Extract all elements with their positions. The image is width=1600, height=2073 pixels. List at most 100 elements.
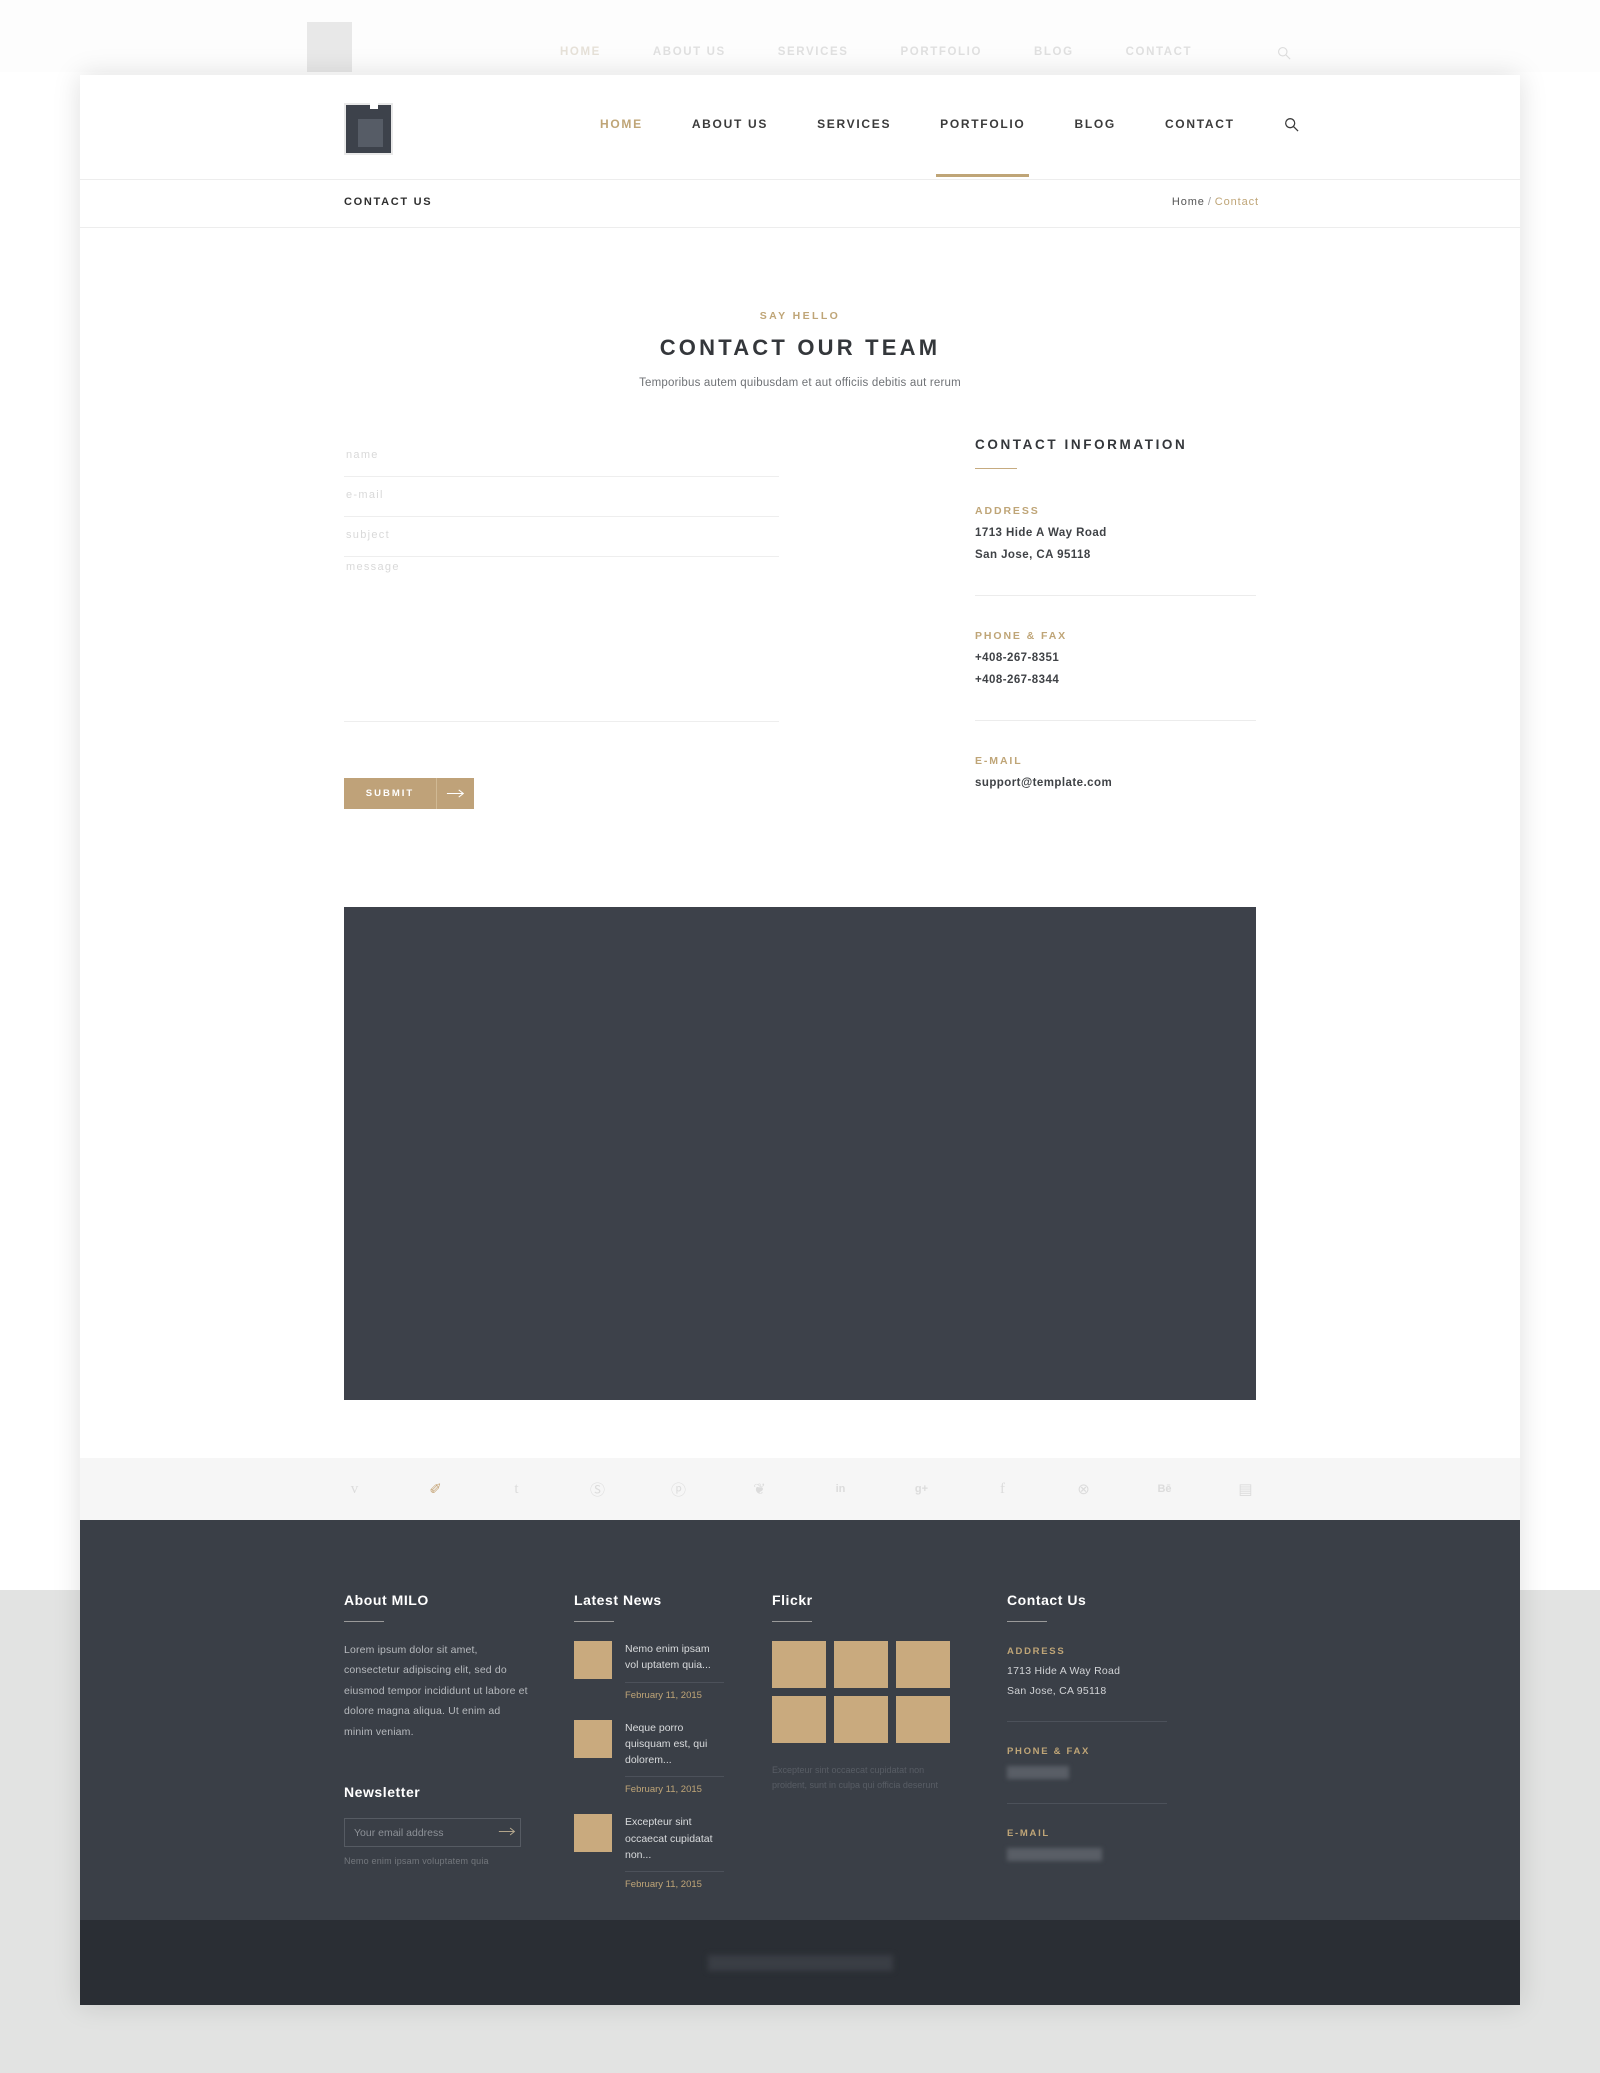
phone-label: PHONE & FAX — [975, 630, 1068, 642]
submit-button-label: SUBMIT — [365, 788, 415, 799]
list-item[interactable]: Nemo enim ipsam vol uptatem quia... Febr… — [574, 1641, 724, 1701]
phone-value: +408-267-8351 — [975, 652, 1060, 664]
news-thumbnail — [574, 1814, 612, 1853]
search-icon[interactable] — [1284, 116, 1300, 132]
footer-phone-label: PHONE & FAX — [1007, 1746, 1091, 1757]
news-thumbnail — [574, 1641, 612, 1679]
address-label: ADDRESS — [975, 505, 1040, 517]
news-item-divider — [625, 1871, 724, 1873]
email-block: E-MAIL support@template.com — [975, 720, 1256, 789]
name-field-wrap — [344, 437, 783, 477]
page-sheet: HOME ABOUT US SERVICES PORTFOLIO BLOG CO… — [80, 75, 1520, 2005]
apple-icon[interactable]: ❦ — [719, 1480, 800, 1499]
email-label: E-MAIL — [975, 755, 1023, 767]
footer-email-label: E-MAIL — [1007, 1828, 1050, 1839]
nav-item-home[interactable]: HOME — [600, 117, 643, 131]
flickr-thumbnail[interactable] — [772, 1641, 826, 1688]
behance-icon[interactable]: Bē — [1124, 1483, 1205, 1495]
social-links-bar: v ✐ t Ⓢ ⓟ ❦ in g+ f ⊗ Bē ▤ — [80, 1458, 1520, 1520]
twitter-icon[interactable]: ✐ — [395, 1480, 476, 1499]
flickr-thumbnail-grid — [772, 1641, 950, 1743]
skype-icon[interactable]: Ⓢ — [557, 1479, 638, 1500]
vimeo-icon[interactable]: v — [314, 1481, 395, 1498]
heading-title: CONTACT OUR TEAM — [659, 335, 941, 360]
ghost-nav-item-contact: CONTACT — [1125, 46, 1193, 58]
nav-item-services[interactable]: SERVICES — [817, 117, 891, 131]
name-input[interactable] — [344, 437, 783, 473]
dribbble-icon[interactable]: ⊗ — [1043, 1480, 1124, 1499]
nav-item-contact[interactable]: CONTACT — [1165, 117, 1235, 131]
address-line-2: San Jose, CA 95118 — [975, 549, 1091, 561]
flickr-thumbnail[interactable] — [834, 1696, 888, 1743]
pinterest-icon[interactable]: ⓟ — [638, 1479, 719, 1500]
tumblr-icon[interactable]: t — [476, 1481, 557, 1498]
footer-contact-divider — [1007, 1721, 1167, 1722]
contact-form: SUBMIT — [344, 437, 783, 809]
news-item-title: Nemo enim ipsam vol uptatem quia... — [625, 1643, 711, 1672]
ghost-preview-header: HOME ABOUT US SERVICES PORTFOLIO BLOG CO… — [0, 0, 1600, 72]
facebook-icon[interactable]: f — [962, 1481, 1043, 1498]
fax-value: +408-267-8344 — [975, 674, 1060, 686]
contact-information: CONTACT INFORMATION ADDRESS 1713 Hide A … — [975, 437, 1256, 809]
contact-body: SUBMIT CONTACT INFORMATION ADDRESS 1713 … — [80, 437, 1520, 809]
nav-item-portfolio[interactable]: PORTFOLIO — [936, 117, 1030, 177]
flickr-thumbnail[interactable] — [834, 1641, 888, 1688]
news-item-divider — [625, 1681, 724, 1683]
list-item[interactable]: Neque porro quisquam est, qui dolorem...… — [574, 1719, 724, 1795]
youtube-icon[interactable]: ▤ — [1205, 1480, 1286, 1499]
heading-subtitle: Temporibus autem quibusdam et aut offici… — [639, 377, 961, 389]
email-value: support@template.com — [975, 777, 1113, 789]
news-item-title: Excepteur sint occaecat cupidatat non... — [625, 1816, 713, 1861]
list-item[interactable]: Excepteur sint occaecat cupidatat non...… — [574, 1814, 724, 1890]
ghost-nav-item-home: HOME — [560, 46, 601, 58]
flickr-thumbnail[interactable] — [896, 1641, 950, 1688]
page-title: CONTACT US — [344, 196, 433, 208]
footer-about-rule — [344, 1621, 384, 1622]
map-placeholder[interactable] — [344, 907, 1256, 1400]
heading-eyebrow: SAY HELLO — [759, 310, 841, 322]
site-header: HOME ABOUT US SERVICES PORTFOLIO BLOG CO… — [80, 75, 1520, 180]
ghost-nav-item-services: SERVICES — [777, 46, 849, 58]
breadcrumb-bar: CONTACT US Home / Contact — [80, 180, 1520, 228]
breadcrumb: Home / Contact — [1172, 196, 1259, 208]
footer-contact-divider — [1007, 1803, 1167, 1804]
section-heading: SAY HELLO CONTACT OUR TEAM Temporibus au… — [80, 310, 1520, 389]
flickr-thumbnail[interactable] — [772, 1696, 826, 1743]
newsletter-submit-arrow-right-icon[interactable] — [494, 1824, 520, 1842]
arrow-right-icon — [436, 778, 474, 809]
google-plus-icon[interactable]: g+ — [881, 1483, 962, 1495]
news-item-date: February 11, 2015 — [625, 1689, 702, 1701]
breadcrumb-home[interactable]: Home — [1172, 196, 1205, 208]
news-item-divider — [625, 1776, 724, 1778]
newsletter-email-input[interactable] — [345, 1825, 494, 1840]
footer-flickr-rule — [772, 1621, 812, 1622]
footer-flickr-title: Flickr — [772, 1592, 813, 1608]
email-input[interactable] — [344, 477, 783, 513]
submit-button[interactable]: SUBMIT — [344, 778, 474, 809]
nav-item-blog[interactable]: BLOG — [1074, 117, 1115, 131]
newsletter-note: Nemo enim ipsam voluptatem quia — [344, 1856, 489, 1867]
footer-address-label: ADDRESS — [1007, 1646, 1066, 1657]
footer-about-text: Lorem ipsum dolor sit amet, consectetur … — [344, 1644, 528, 1738]
phone-block: PHONE & FAX +408-267-8351 +408-267-8344 — [975, 595, 1256, 686]
footer-contact-rule — [1007, 1621, 1047, 1622]
address-block: ADDRESS 1713 Hide A Way Road San Jose, C… — [975, 505, 1256, 561]
message-textarea[interactable] — [344, 559, 783, 713]
footer-phone-value-redacted — [1007, 1766, 1069, 1779]
footer-bottom-bar — [80, 1920, 1520, 2005]
footer-news-rule — [574, 1621, 614, 1622]
nav-item-about-us[interactable]: ABOUT US — [692, 117, 768, 131]
linkedin-icon[interactable]: in — [800, 1483, 881, 1495]
ghost-logo — [307, 22, 352, 72]
footer-flickr-note: Excepteur sint occaecat cupidatat non pr… — [772, 1765, 938, 1791]
footer-contact-title: Contact Us — [1007, 1592, 1087, 1608]
subject-input[interactable] — [344, 517, 783, 553]
footer-address-line-2: San Jose, CA 95118 — [1007, 1685, 1107, 1697]
flickr-thumbnail[interactable] — [896, 1696, 950, 1743]
message-field-wrap — [344, 559, 783, 722]
news-item-title: Neque porro quisquam est, qui dolorem... — [625, 1721, 708, 1767]
ghost-nav: HOME ABOUT US SERVICES PORTFOLIO BLOG CO… — [560, 46, 1192, 58]
logo-inner-shape — [358, 119, 383, 147]
footer-latest-news-column: Latest News Nemo enim ipsam vol uptatem … — [574, 1592, 724, 1890]
site-logo[interactable] — [344, 103, 393, 155]
